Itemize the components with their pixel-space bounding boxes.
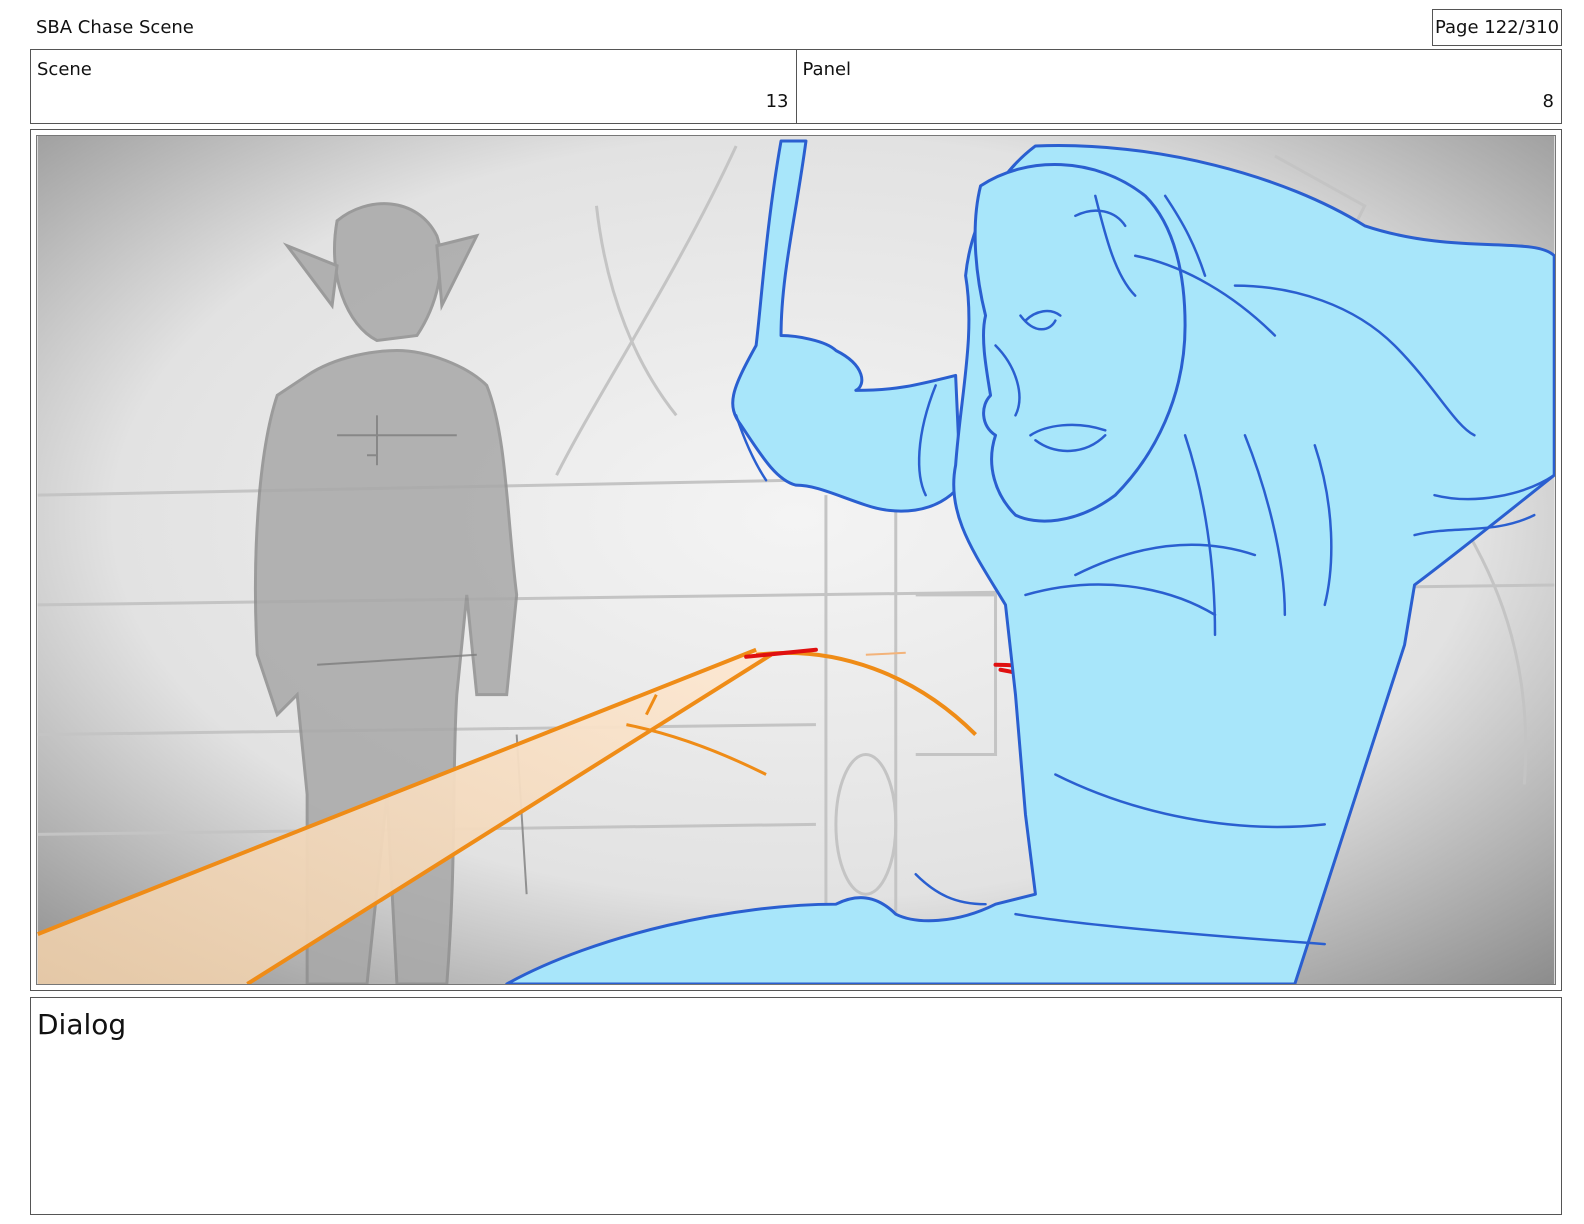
panel-cell: Panel 8 [795, 50, 1562, 123]
storyboard-panel-image [36, 135, 1556, 985]
dialog-box: Dialog [30, 997, 1562, 1215]
project-title: SBA Chase Scene [36, 17, 194, 38]
scene-cell: Scene 13 [31, 50, 796, 123]
scene-panel-info-row: Scene 13 Panel 8 [30, 49, 1562, 124]
panel-label: Panel [802, 59, 852, 80]
dialog-label: Dialog [37, 1008, 127, 1041]
page-indicator: Page 122/310 [1432, 9, 1562, 46]
scene-number: 13 [765, 91, 789, 112]
panel-sketch [37, 136, 1555, 984]
storyboard-panel-frame [30, 129, 1562, 991]
scene-label: Scene [37, 59, 92, 80]
panel-number: 8 [1542, 91, 1554, 112]
